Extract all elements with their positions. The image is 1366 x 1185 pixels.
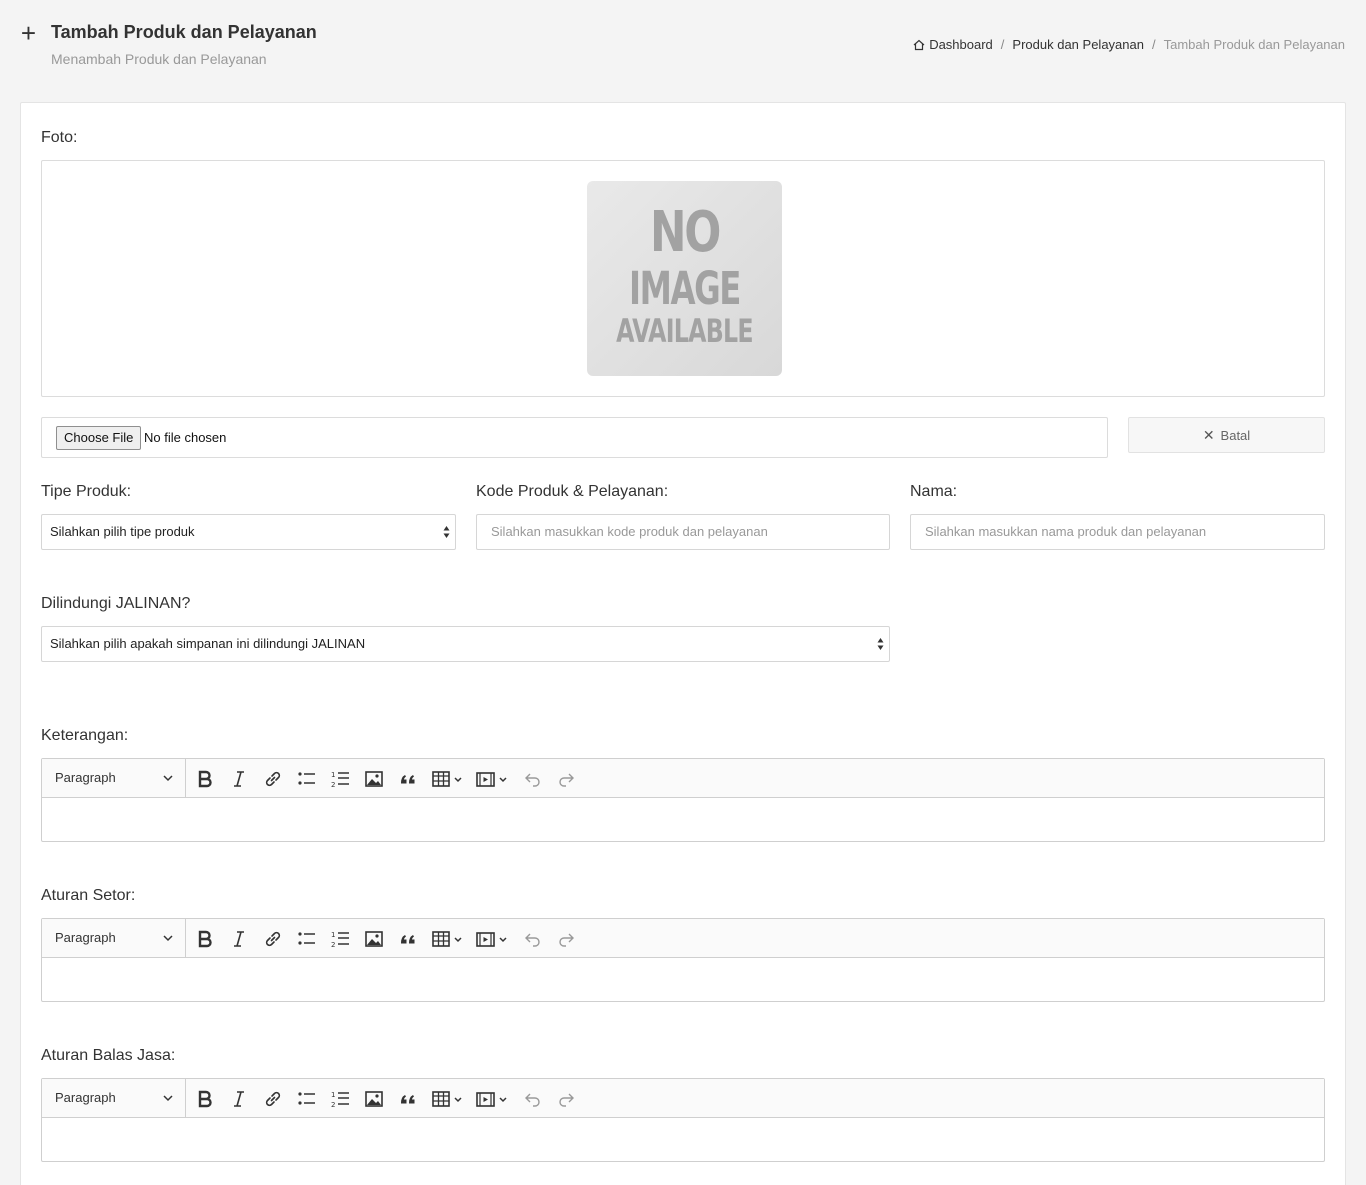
svg-text:1: 1: [331, 931, 335, 939]
bold-icon[interactable]: [195, 769, 215, 789]
editor-content-area[interactable]: [42, 798, 1324, 841]
breadcrumb-dashboard[interactable]: Dashboard: [929, 37, 993, 52]
media-icon[interactable]: [476, 1089, 510, 1109]
kode-input[interactable]: Silahkan masukkan kode produk dan pelaya…: [476, 514, 890, 550]
blockquote-icon[interactable]: [398, 929, 418, 949]
link-icon[interactable]: [263, 929, 283, 949]
breadcrumb: Dashboard / Produk dan Pelayanan / Tamba…: [913, 37, 1345, 52]
editor-content-area[interactable]: [42, 1118, 1324, 1161]
nama-input[interactable]: Silahkan masukkan nama produk dan pelaya…: [910, 514, 1325, 550]
undo-icon[interactable]: [523, 929, 543, 949]
breadcrumb-separator: /: [1151, 37, 1156, 52]
page-header: + Tambah Produk dan Pelayanan Menambah P…: [0, 0, 1366, 100]
svg-text:1: 1: [331, 1091, 335, 1099]
table-icon[interactable]: [432, 1089, 466, 1109]
chevron-down-icon: [163, 935, 173, 942]
italic-icon[interactable]: [229, 1089, 249, 1109]
bold-icon[interactable]: [195, 1089, 215, 1109]
chevron-down-icon: [163, 775, 173, 782]
keterangan-editor[interactable]: Paragraph 1 2: [41, 758, 1325, 842]
paragraph-dropdown[interactable]: Paragraph: [42, 759, 186, 797]
select-arrows-icon: [877, 638, 884, 650]
file-status: No file chosen: [144, 430, 227, 445]
foto-label: Foto:: [41, 129, 78, 146]
aturan-setor-editor[interactable]: Paragraph 1 2: [41, 918, 1325, 1002]
editor-content-area[interactable]: [42, 958, 1324, 1001]
bulleted-list-icon[interactable]: [297, 769, 317, 789]
bulleted-list-icon[interactable]: [297, 1089, 317, 1109]
kode-label: Kode Produk & Pelayanan:: [476, 483, 669, 500]
image-icon[interactable]: [364, 1089, 384, 1109]
table-icon[interactable]: [432, 769, 466, 789]
keterangan-label: Keterangan:: [41, 727, 129, 744]
aturan-balas-jasa-label: Aturan Balas Jasa:: [41, 1047, 176, 1064]
photo-preview: NO IMAGE AVAILABLE: [41, 160, 1325, 397]
paragraph-dropdown[interactable]: Paragraph: [42, 919, 186, 957]
redo-icon[interactable]: [556, 1089, 576, 1109]
svg-text:1: 1: [331, 771, 335, 779]
numbered-list-icon[interactable]: 12: [331, 1089, 351, 1109]
media-icon[interactable]: [476, 929, 510, 949]
table-icon[interactable]: [432, 929, 466, 949]
jalinan-label: Dilindungi JALINAN?: [41, 595, 191, 612]
select-arrows-icon: [443, 526, 450, 538]
tipe-produk-label: Tipe Produk:: [41, 483, 132, 500]
redo-icon[interactable]: [556, 929, 576, 949]
editor-toolbar: Paragraph 1 2: [42, 1079, 1324, 1118]
numbered-list-icon[interactable]: 12: [331, 929, 351, 949]
paragraph-dropdown[interactable]: Paragraph: [42, 1079, 186, 1117]
page-title: Tambah Produk dan Pelayanan: [51, 22, 317, 42]
undo-icon[interactable]: [523, 1089, 543, 1109]
bulleted-list-icon[interactable]: [297, 929, 317, 949]
nama-label: Nama:: [910, 483, 958, 500]
svg-text:2: 2: [331, 941, 335, 949]
file-input[interactable]: Choose File No file chosen: [41, 417, 1108, 458]
choose-file-button[interactable]: Choose File: [56, 426, 142, 450]
media-icon[interactable]: [476, 769, 510, 789]
breadcrumb-produk[interactable]: Produk dan Pelayanan: [1012, 37, 1144, 52]
numbered-list-icon[interactable]: 12: [331, 769, 351, 789]
svg-text:2: 2: [331, 1101, 335, 1109]
italic-icon[interactable]: [229, 769, 249, 789]
blockquote-icon[interactable]: [398, 1089, 418, 1109]
aturan-balas-jasa-editor[interactable]: Paragraph 1 2: [41, 1078, 1325, 1162]
batal-button[interactable]: ✕ Batal: [1128, 417, 1325, 453]
breadcrumb-current: Tambah Produk dan Pelayanan: [1163, 37, 1345, 52]
home-icon: [913, 39, 925, 50]
link-icon[interactable]: [263, 769, 283, 789]
close-icon: ✕: [1202, 426, 1215, 443]
image-icon[interactable]: [364, 929, 384, 949]
breadcrumb-separator: /: [1000, 37, 1005, 52]
jalinan-select[interactable]: Silahkan pilih apakah simpanan ini dilin…: [41, 626, 890, 662]
tipe-produk-select[interactable]: Silahkan pilih tipe produk: [41, 514, 456, 550]
page-subtitle: Menambah Produk dan Pelayanan: [51, 51, 267, 67]
editor-toolbar: Paragraph 1 2: [42, 759, 1324, 798]
plus-icon: +: [20, 18, 37, 48]
redo-icon[interactable]: [556, 769, 576, 789]
bold-icon[interactable]: [195, 929, 215, 949]
no-image-placeholder: NO IMAGE AVAILABLE: [587, 181, 782, 376]
undo-icon[interactable]: [523, 769, 543, 789]
image-icon[interactable]: [364, 769, 384, 789]
svg-text:2: 2: [331, 781, 335, 789]
blockquote-icon[interactable]: [398, 769, 418, 789]
chevron-down-icon: [163, 1095, 173, 1102]
form-card: Foto: NO IMAGE AVAILABLE Choose File No …: [20, 102, 1346, 1185]
italic-icon[interactable]: [229, 929, 249, 949]
link-icon[interactable]: [263, 1089, 283, 1109]
editor-toolbar: Paragraph 1 2: [42, 919, 1324, 958]
aturan-setor-label: Aturan Setor:: [41, 887, 136, 904]
batal-label: Batal: [1220, 427, 1251, 443]
